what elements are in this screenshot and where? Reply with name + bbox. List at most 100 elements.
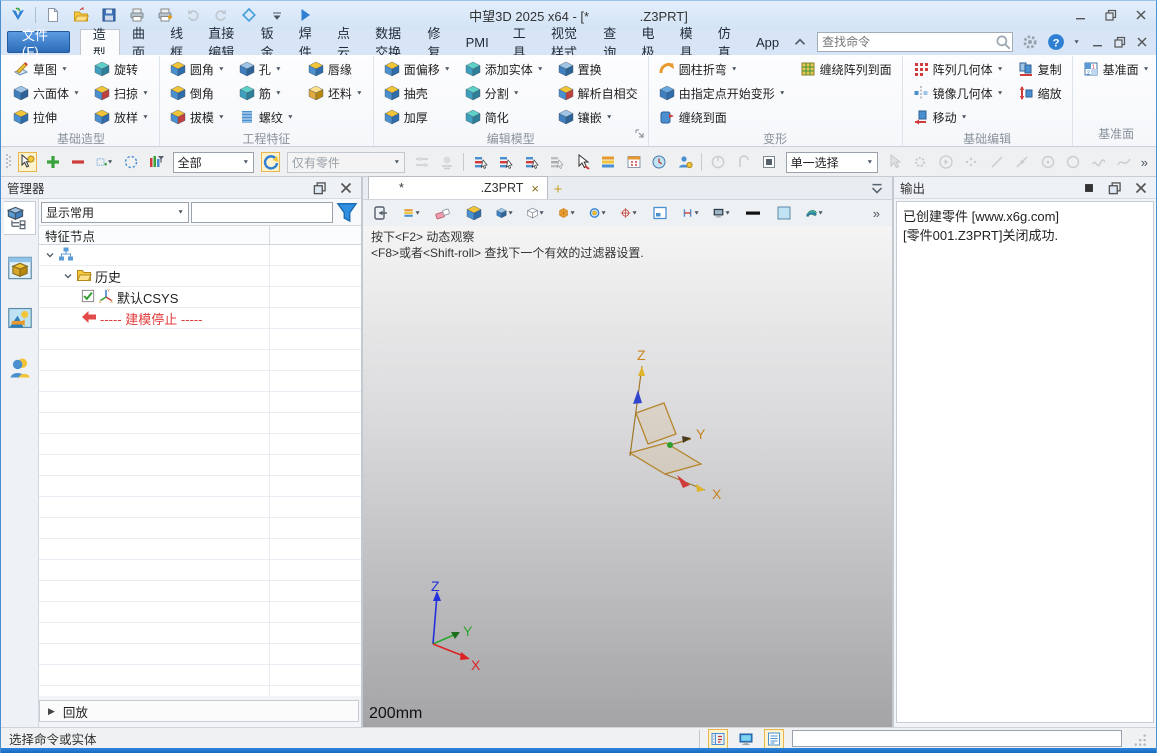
toolbar-overflow[interactable]: » — [1141, 155, 1152, 170]
new-tab-button[interactable]: + — [548, 179, 568, 199]
ribbon-button-唇缘[interactable]: 唇缘 — [306, 57, 365, 81]
dropdown-arrow-icon[interactable]: ▼ — [275, 66, 282, 72]
doctools-overflow[interactable]: » — [873, 206, 884, 221]
dropdown-arrow-icon[interactable]: ▼ — [631, 210, 638, 216]
ribbon-button-移动[interactable]: 移动▼ — [911, 105, 1006, 129]
dropdown-arrow-icon[interactable]: ▼ — [356, 90, 363, 96]
ribbon-button-拔模[interactable]: 拔模▼ — [168, 105, 227, 129]
pick-from-list-3[interactable] — [522, 152, 541, 172]
dropdown-arrow-icon[interactable]: ▼ — [1143, 66, 1150, 72]
zoom-tool[interactable]: ▼ — [588, 203, 608, 223]
output-close-icon[interactable] — [1132, 179, 1150, 197]
ribbon-button-螺纹[interactable]: 螺纹▼ — [237, 105, 296, 129]
play[interactable] — [294, 4, 316, 26]
area-pick[interactable] — [760, 152, 779, 172]
erase-tool[interactable] — [433, 203, 453, 223]
ribbon-button-缩放[interactable]: 缩放 — [1016, 81, 1064, 105]
window-zoom[interactable] — [650, 203, 670, 223]
command-search-input[interactable] — [818, 35, 994, 49]
dropdown-arrow-icon[interactable]: ▼ — [600, 210, 607, 216]
tab-数据交换[interactable]: 数据交换 — [363, 29, 415, 55]
selection-stack[interactable] — [599, 152, 618, 172]
tab-造型[interactable]: 造型 — [80, 29, 120, 55]
dropdown-arrow-icon[interactable]: ▼ — [218, 114, 225, 120]
expander-icon[interactable] — [45, 248, 55, 263]
dropdown-arrow-icon[interactable]: ▼ — [779, 90, 786, 96]
mdi-minimize-button[interactable] — [1088, 33, 1108, 51]
ribbon-button-圆柱折弯[interactable]: 圆柱折弯▼ — [657, 57, 788, 81]
tab-查询[interactable]: 查询 — [591, 29, 629, 55]
help-icon[interactable]: ? — [1047, 33, 1065, 51]
minimize-button[interactable] — [1066, 4, 1096, 26]
tab-焊件[interactable]: 焊件 — [287, 29, 325, 55]
save-file[interactable] — [98, 4, 120, 26]
display-settings[interactable]: ▼ — [712, 203, 732, 223]
exit-view[interactable] — [371, 203, 391, 223]
tree-row-root[interactable] — [39, 245, 361, 266]
tab-PMI[interactable]: PMI — [454, 29, 501, 55]
toolbar-grip[interactable] — [5, 152, 11, 173]
redo[interactable] — [210, 4, 232, 26]
shaded-display[interactable]: ▼ — [495, 203, 515, 223]
dialog-launcher-icon[interactable] — [635, 128, 645, 142]
visual-manager-tab[interactable] — [4, 251, 36, 285]
tab-仿真[interactable]: 仿真 — [706, 29, 744, 55]
pick-last[interactable] — [573, 152, 592, 172]
box-select[interactable]: ▼ — [95, 152, 115, 172]
layer-manager[interactable]: ▼ — [402, 203, 422, 223]
ribbon-button-分割[interactable]: 分割▼ — [463, 81, 546, 105]
dropdown-arrow-icon[interactable]: ▼ — [142, 114, 149, 120]
settings-gear-icon[interactable] — [1021, 33, 1039, 51]
dropdown-arrow-icon[interactable]: ▼ — [606, 114, 613, 120]
dropdown-arrow-icon[interactable]: ▼ — [817, 210, 824, 216]
dropdown-arrow-icon[interactable]: ▼ — [997, 90, 1004, 96]
new-file[interactable] — [42, 4, 64, 26]
dropdown-arrow-icon[interactable]: ▼ — [287, 114, 294, 120]
render-manager-tab[interactable] — [4, 301, 36, 335]
ribbon-button-面偏移[interactable]: 面偏移▼ — [382, 57, 453, 81]
tab-工具[interactable]: 工具 — [501, 29, 539, 55]
ribbon-button-扫掠[interactable]: 扫掠▼ — [92, 81, 151, 105]
ribbon-button-简化[interactable]: 简化 — [463, 105, 546, 129]
regen[interactable] — [238, 4, 260, 26]
tree-filter-combo[interactable]: 显示常用 ▼ — [41, 202, 189, 223]
ribbon-button-放样[interactable]: 放样▼ — [92, 105, 151, 129]
tab-App[interactable]: App — [744, 29, 791, 55]
ribbon-collapse-chevron[interactable] — [791, 33, 809, 51]
mdi-restore-button[interactable] — [1110, 33, 1130, 51]
lasso-select[interactable] — [122, 152, 141, 172]
dropdown-arrow-icon[interactable]: ▼ — [569, 210, 576, 216]
entity-filter-select[interactable]: 全部▼ — [173, 152, 255, 173]
dropdown-arrow-icon[interactable]: ▼ — [107, 159, 114, 165]
ribbon-button-镜像几何体[interactable]: 镜像几何体▼ — [911, 81, 1006, 105]
tab-修复[interactable]: 修复 — [415, 29, 453, 55]
background-color[interactable] — [774, 203, 794, 223]
dropdown-arrow-icon[interactable]: ▼ — [275, 90, 282, 96]
dropdown-arrow-icon[interactable]: ▼ — [537, 66, 544, 72]
dropdown-arrow-icon[interactable]: ▼ — [414, 210, 421, 216]
panel-collapse-chevron[interactable] — [868, 179, 886, 197]
output-restore-icon[interactable] — [1106, 179, 1124, 197]
ribbon-button-抽壳[interactable]: 抽壳 — [382, 81, 453, 105]
ribbon-button-加厚[interactable]: 加厚 — [382, 105, 453, 129]
prompt-log-toggle[interactable] — [764, 729, 784, 749]
view-orient[interactable]: ▼ — [557, 203, 577, 223]
dropdown-arrow-icon[interactable]: ▼ — [724, 210, 731, 216]
dropdown-arrow-icon[interactable]: ▼ — [142, 90, 149, 96]
pick-from-list-2[interactable] — [497, 152, 516, 172]
display-toggle[interactable] — [736, 729, 756, 749]
dropdown-arrow-icon[interactable]: ▼ — [444, 66, 451, 72]
manager-close-icon[interactable] — [337, 179, 355, 197]
section-view[interactable]: ▼ — [681, 203, 701, 223]
remove-select[interactable] — [69, 152, 88, 172]
role-manager-tab[interactable] — [4, 351, 36, 385]
ribbon-button-阵列几何体[interactable]: 阵列几何体▼ — [911, 57, 1006, 81]
ribbon-button-复制[interactable]: 复制 — [1016, 57, 1064, 81]
tree-search-input[interactable] — [192, 203, 332, 222]
ribbon-button-筋[interactable]: 筋▼ — [237, 81, 296, 105]
expander-icon[interactable] — [63, 269, 73, 284]
tab-电极[interactable]: 电极 — [629, 29, 667, 55]
output-log[interactable]: 已创建零件 [www.x6g.com][零件001.Z3PRT]关闭成功. — [896, 201, 1154, 723]
user-filter[interactable] — [676, 152, 695, 172]
add-select[interactable] — [44, 152, 63, 172]
